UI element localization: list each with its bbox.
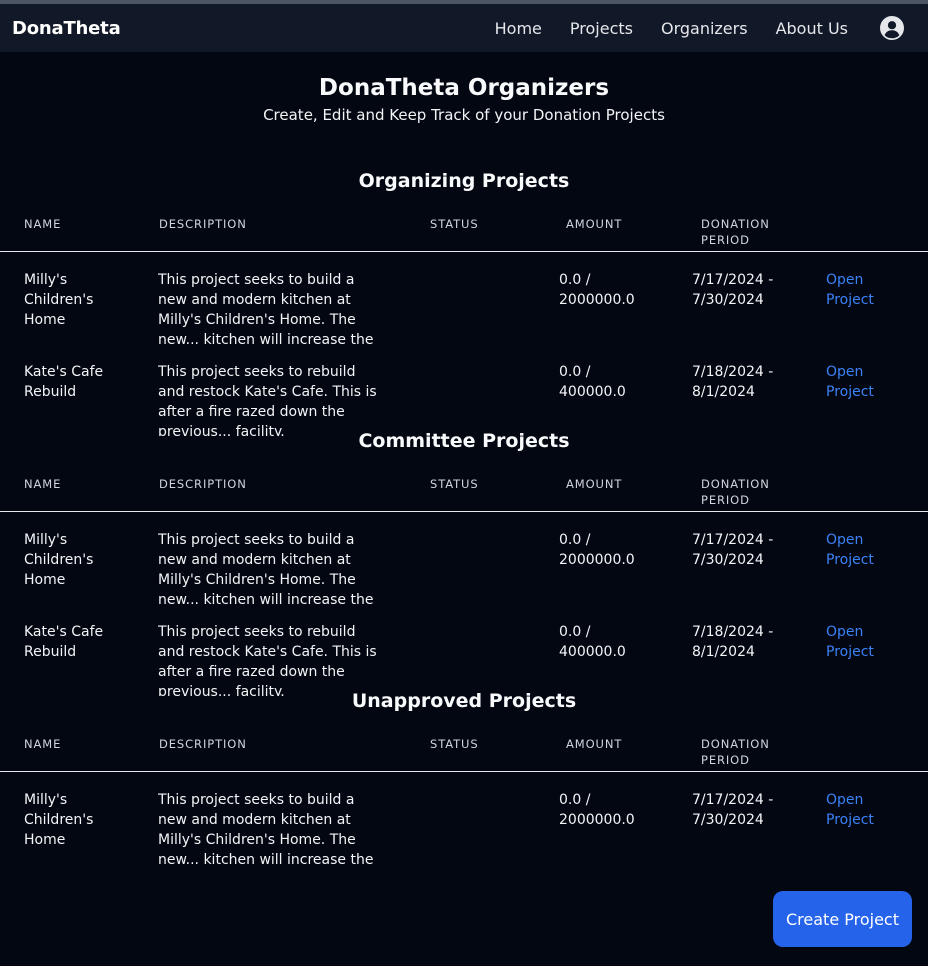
open-project-link[interactable]: Open Project: [826, 270, 880, 310]
project-amount: 0.0 / 2000000.0: [559, 792, 635, 828]
column-header-period-line2: PERIOD: [701, 233, 750, 247]
page-title: DonaTheta Organizers: [318, 75, 610, 101]
project-name: Kate's Cafe Rebuild: [24, 624, 104, 660]
column-header-amount: AMOUNT: [566, 217, 623, 231]
table-header: NAME DESCRIPTION STATUS AMOUNT DONATION P…: [0, 712, 928, 772]
column-header-status: STATUS: [430, 217, 479, 231]
table-row: Milly's Children's Home This project see…: [0, 252, 928, 344]
column-header-donation-period: DONATION PERIOD: [701, 476, 770, 508]
user-circle-icon[interactable]: [880, 16, 904, 40]
navbar: DonaTheta Home Projects Organizers About…: [0, 4, 928, 52]
column-header-period-line1: DONATION: [701, 217, 770, 231]
column-header-period-line1: DONATION: [701, 477, 770, 491]
create-project-button[interactable]: Create Project: [773, 891, 912, 947]
column-header-donation-period: DONATION PERIOD: [701, 216, 770, 248]
project-name: Milly's Children's Home: [24, 532, 94, 588]
page-subtitle: Create, Edit and Keep Track of your Dona…: [263, 106, 665, 124]
section-organizing-projects: Organizing Projects NAME DESCRIPTION STA…: [0, 170, 928, 436]
column-header-name: NAME: [24, 217, 62, 231]
project-description: This project seeks to rebuild and restoc…: [158, 624, 377, 696]
nav-link-projects[interactable]: Projects: [570, 19, 633, 38]
project-donation-period: 7/18/2024 - 8/1/2024: [692, 364, 774, 400]
column-header-amount: AMOUNT: [566, 737, 623, 751]
table-row: Kate's Cafe Rebuild This project seeks t…: [0, 344, 928, 436]
project-donation-period: 7/17/2024 - 7/30/2024: [692, 272, 774, 308]
column-header-period-line1: DONATION: [701, 737, 770, 751]
section-committee-projects: Committee Projects NAME DESCRIPTION STAT…: [0, 430, 928, 696]
open-project-link[interactable]: Open Project: [826, 362, 880, 402]
column-header-description: DESCRIPTION: [159, 737, 247, 751]
nav-links: Home Projects Organizers About Us: [495, 16, 916, 40]
section-unapproved-projects: Unapproved Projects NAME DESCRIPTION STA…: [0, 690, 928, 864]
project-donation-period: 7/17/2024 - 7/30/2024: [692, 532, 774, 568]
column-header-period-line2: PERIOD: [701, 753, 750, 767]
table-row: Milly's Children's Home This project see…: [0, 512, 928, 604]
project-description: This project seeks to build a new and mo…: [158, 272, 374, 344]
project-amount: 0.0 / 2000000.0: [559, 272, 635, 308]
nav-link-organizers[interactable]: Organizers: [661, 19, 748, 38]
column-header-amount: AMOUNT: [566, 477, 623, 491]
project-amount: 0.0 / 400000.0: [559, 624, 626, 660]
section-title: Organizing Projects: [358, 170, 570, 192]
project-donation-period: 7/17/2024 - 7/30/2024: [692, 792, 774, 828]
open-project-link[interactable]: Open Project: [826, 790, 880, 830]
project-amount: 0.0 / 400000.0: [559, 364, 626, 400]
project-name: Milly's Children's Home: [24, 272, 94, 328]
project-description: This project seeks to build a new and mo…: [158, 532, 374, 604]
nav-link-about-us[interactable]: About Us: [776, 19, 848, 38]
project-amount: 0.0 / 2000000.0: [559, 532, 635, 568]
column-header-name: NAME: [24, 477, 62, 491]
table-row: Kate's Cafe Rebuild This project seeks t…: [0, 604, 928, 696]
column-header-donation-period: DONATION PERIOD: [701, 736, 770, 768]
project-donation-period: 7/18/2024 - 8/1/2024: [692, 624, 774, 660]
column-header-description: DESCRIPTION: [159, 217, 247, 231]
nav-link-home[interactable]: Home: [495, 19, 542, 38]
table-row: Milly's Children's Home This project see…: [0, 772, 928, 864]
column-header-description: DESCRIPTION: [159, 477, 247, 491]
brand-logo-text[interactable]: DonaTheta: [12, 18, 121, 39]
project-name: Milly's Children's Home: [24, 792, 94, 848]
column-header-status: STATUS: [430, 477, 479, 491]
open-project-link[interactable]: Open Project: [826, 530, 880, 570]
table-header: NAME DESCRIPTION STATUS AMOUNT DONATION P…: [0, 452, 928, 512]
project-description: This project seeks to build a new and mo…: [158, 792, 374, 864]
project-name: Kate's Cafe Rebuild: [24, 364, 104, 400]
column-header-period-line2: PERIOD: [701, 493, 750, 507]
open-project-link[interactable]: Open Project: [826, 622, 880, 662]
project-description: This project seeks to rebuild and restoc…: [158, 364, 377, 436]
column-header-name: NAME: [24, 737, 62, 751]
column-header-status: STATUS: [430, 737, 479, 751]
table-header: NAME DESCRIPTION STATUS AMOUNT DONATION P…: [0, 192, 928, 252]
